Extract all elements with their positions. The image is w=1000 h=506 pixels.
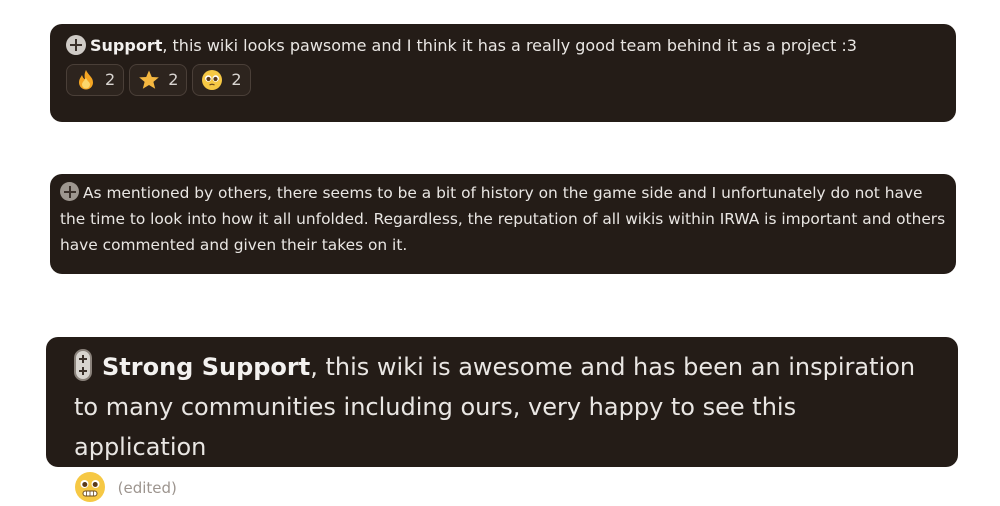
support-plus-icon [66,35,86,55]
reaction-count: 2 [231,70,242,89]
message-body: Support, this wiki looks pawsome and I t… [66,34,940,58]
message-strong-support: Strong Support, this wiki is awesome and… [46,337,958,502]
pleading-face-emoji-icon [201,69,223,91]
message-support: Support, this wiki looks pawsome and I t… [50,24,956,122]
discord-chat-excerpt: Support, this wiki looks pawsome and I t… [0,0,1000,506]
star-emoji-icon [138,69,160,91]
message-body: Strong Support, this wiki is awesome and… [74,347,930,467]
neutral-plus-icon [60,182,79,201]
grimacing-face-emoji-icon [74,471,106,503]
message-comment: As mentioned by others, there seems to b… [50,174,956,274]
reaction-fire[interactable]: 2 [66,64,125,96]
fire-emoji-icon [75,69,97,91]
reaction-pleading-face[interactable]: 2 [192,64,251,96]
message-footer: (edited) [74,467,930,506]
edited-indicator: (edited) [117,479,177,497]
reaction-bar: 2 2 2 [66,64,940,96]
vote-label: Support [90,36,163,55]
reaction-count: 2 [105,70,116,89]
reaction-star[interactable]: 2 [129,64,188,96]
vote-label: Strong Support [102,353,311,381]
message-text: As mentioned by others, there seems to b… [60,184,946,254]
strong-support-icon [74,349,92,381]
message-text: , this wiki looks pawsome and I think it… [162,36,857,55]
reaction-count: 2 [168,70,179,89]
